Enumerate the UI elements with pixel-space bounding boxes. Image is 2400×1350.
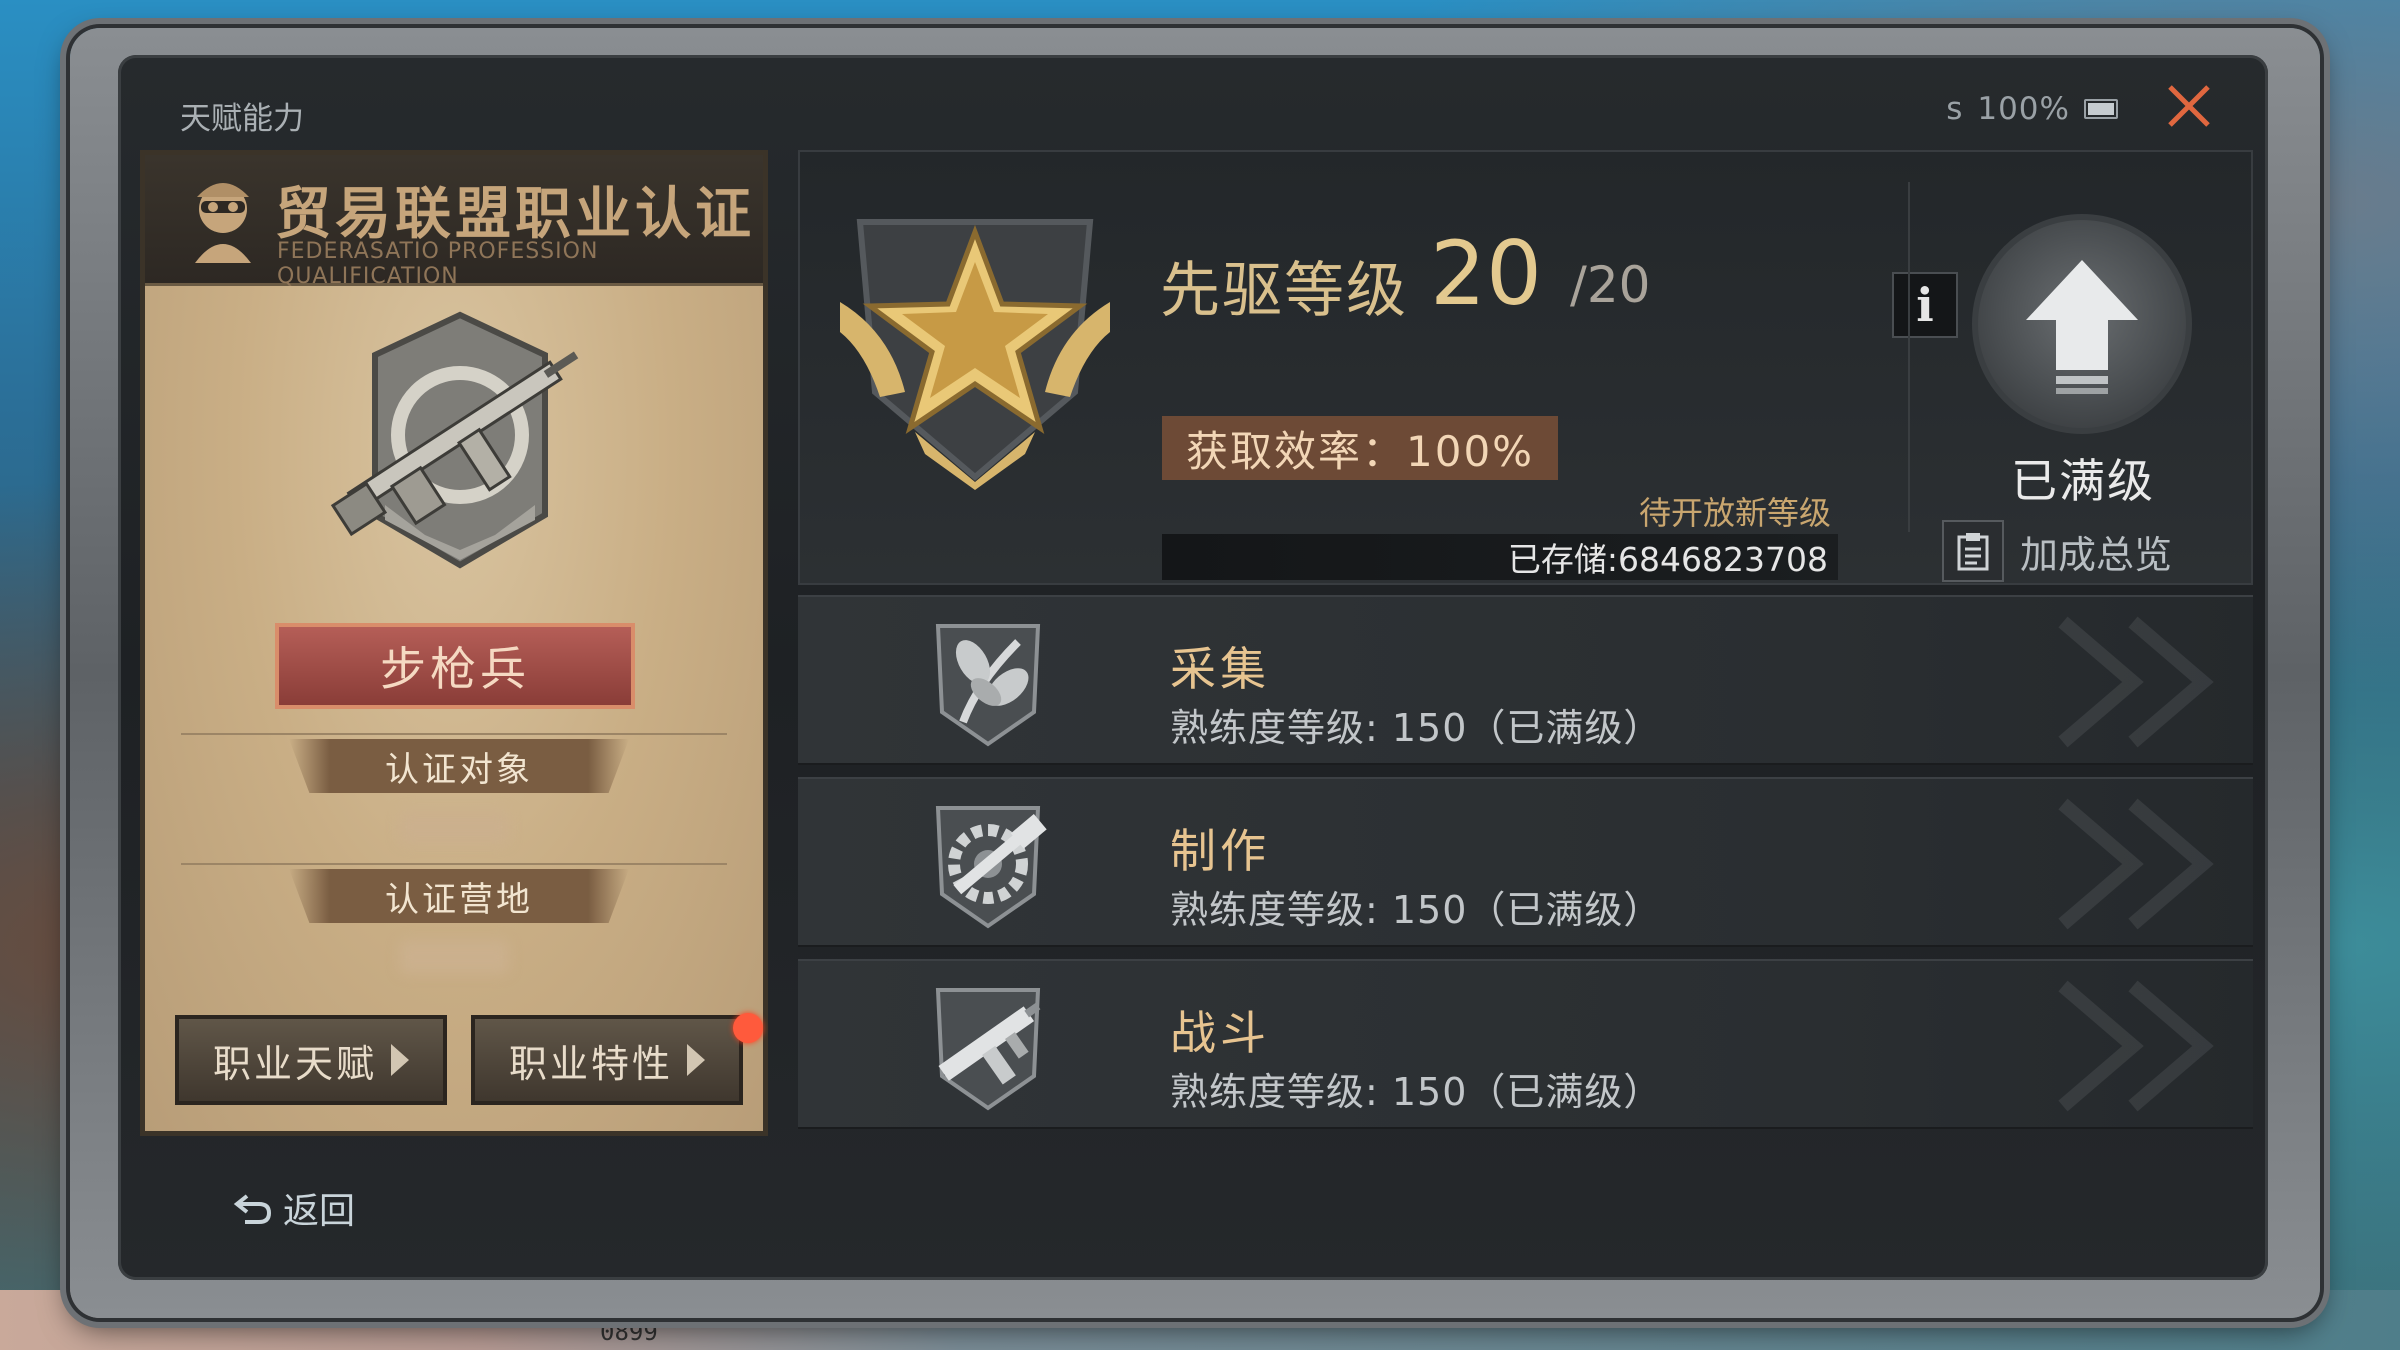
skill-row-gather[interactable]: 采集 熟练度等级: 150（已满级） bbox=[798, 595, 2253, 765]
arrow-up-icon bbox=[2026, 260, 2138, 394]
profession-talent-button[interactable]: 职业天赋 bbox=[175, 1015, 447, 1105]
divider bbox=[181, 733, 727, 735]
skill-name: 采集 bbox=[1170, 642, 1270, 696]
chevron-decoration-icon bbox=[2058, 616, 2214, 748]
skill-name: 制作 bbox=[1170, 824, 1270, 878]
upgrade-button[interactable] bbox=[1972, 214, 2192, 434]
certification-card: 贸易联盟职业认证 FEDERASATIO PROFESSION QUALIFIC… bbox=[140, 150, 768, 1136]
maxed-label: 已满级 bbox=[2011, 454, 2155, 508]
profession-trait-button[interactable]: 职业特性 bbox=[471, 1015, 743, 1105]
stored-value: 已存储:6846823708 bbox=[1507, 540, 1828, 579]
rifle-emblem-icon bbox=[330, 311, 579, 569]
chevron-right-icon bbox=[687, 1044, 705, 1076]
skill-level: 熟练度等级: 150（已满级） bbox=[1170, 1070, 1663, 1114]
pioneer-level-max: /20 bbox=[1570, 256, 1651, 314]
status-prefix: s bbox=[1946, 91, 1964, 127]
card-title: 贸易联盟职业认证 bbox=[275, 181, 755, 247]
cert-camp-value-hidden bbox=[399, 940, 509, 974]
window-title: 天赋能力 bbox=[180, 101, 304, 137]
pending-level-text: 待开放新等级 bbox=[1638, 494, 1831, 532]
back-arrow-icon bbox=[233, 1194, 272, 1224]
craft-icon bbox=[935, 806, 1047, 929]
bonus-overview-button[interactable]: 加成总览 bbox=[1942, 520, 2172, 582]
bonus-overview-label: 加成总览 bbox=[2020, 532, 2173, 577]
mascot-logo-icon bbox=[195, 183, 251, 263]
chevron-decoration-icon bbox=[2058, 980, 2214, 1112]
skill-level: 熟练度等级: 150（已满级） bbox=[1170, 706, 1663, 750]
pioneer-level-current: 20 bbox=[1430, 222, 1542, 325]
chevron-right-icon bbox=[391, 1044, 409, 1076]
pioneer-level-panel: 先驱等级 20 /20 i 获取效率：100% 待开放新等级 已存储:68468… bbox=[798, 150, 2253, 585]
back-label: 返回 bbox=[283, 1191, 356, 1232]
skill-level: 熟练度等级: 150（已满级） bbox=[1170, 888, 1663, 932]
status-bar: s 100% bbox=[1946, 91, 2118, 127]
class-badge: 步枪兵 bbox=[275, 623, 635, 709]
notification-dot bbox=[733, 1013, 763, 1043]
cert-camp-label: 认证营地 bbox=[289, 869, 629, 923]
info-button[interactable]: i bbox=[1892, 272, 1958, 338]
battery-text: 100% bbox=[1977, 91, 2070, 127]
card-subtitle: FEDERASATIO PROFESSION QUALIFICATION bbox=[277, 239, 599, 289]
cert-target-label: 认证对象 bbox=[289, 739, 629, 793]
battery-icon bbox=[2084, 99, 2118, 119]
divider bbox=[1908, 182, 1910, 532]
pioneer-level-label: 先驱等级 bbox=[1160, 256, 1408, 326]
cert-target-value-hidden bbox=[399, 810, 509, 844]
star-rank-icon bbox=[840, 219, 1110, 490]
chevron-decoration-icon bbox=[2058, 798, 2214, 930]
divider bbox=[181, 863, 727, 865]
efficiency-badge: 获取效率：100% bbox=[1162, 416, 1558, 480]
card-header: 贸易联盟职业认证 FEDERASATIO PROFESSION QUALIFIC… bbox=[145, 155, 763, 289]
profession-trait-label: 职业特性 bbox=[508, 1041, 673, 1086]
close-icon[interactable] bbox=[2162, 79, 2216, 133]
background-text: 0899 bbox=[600, 1318, 658, 1346]
skill-row-combat[interactable]: 战斗 熟练度等级: 150（已满级） bbox=[798, 959, 2253, 1129]
back-button[interactable]: 返回 bbox=[233, 1182, 355, 1234]
talent-window: 天赋能力 s 100% 贸易联盟职业认证 FEDERASATIO PROFESS… bbox=[118, 55, 2268, 1280]
clipboard-icon bbox=[1942, 520, 2004, 582]
stored-bar: 已存储:6846823708 bbox=[1162, 534, 1838, 580]
gather-icon bbox=[935, 624, 1041, 747]
skill-row-craft[interactable]: 制作 熟练度等级: 150（已满级） bbox=[798, 777, 2253, 947]
combat-icon bbox=[935, 988, 1041, 1111]
profession-talent-label: 职业天赋 bbox=[212, 1041, 377, 1086]
skill-name: 战斗 bbox=[1170, 1006, 1270, 1060]
